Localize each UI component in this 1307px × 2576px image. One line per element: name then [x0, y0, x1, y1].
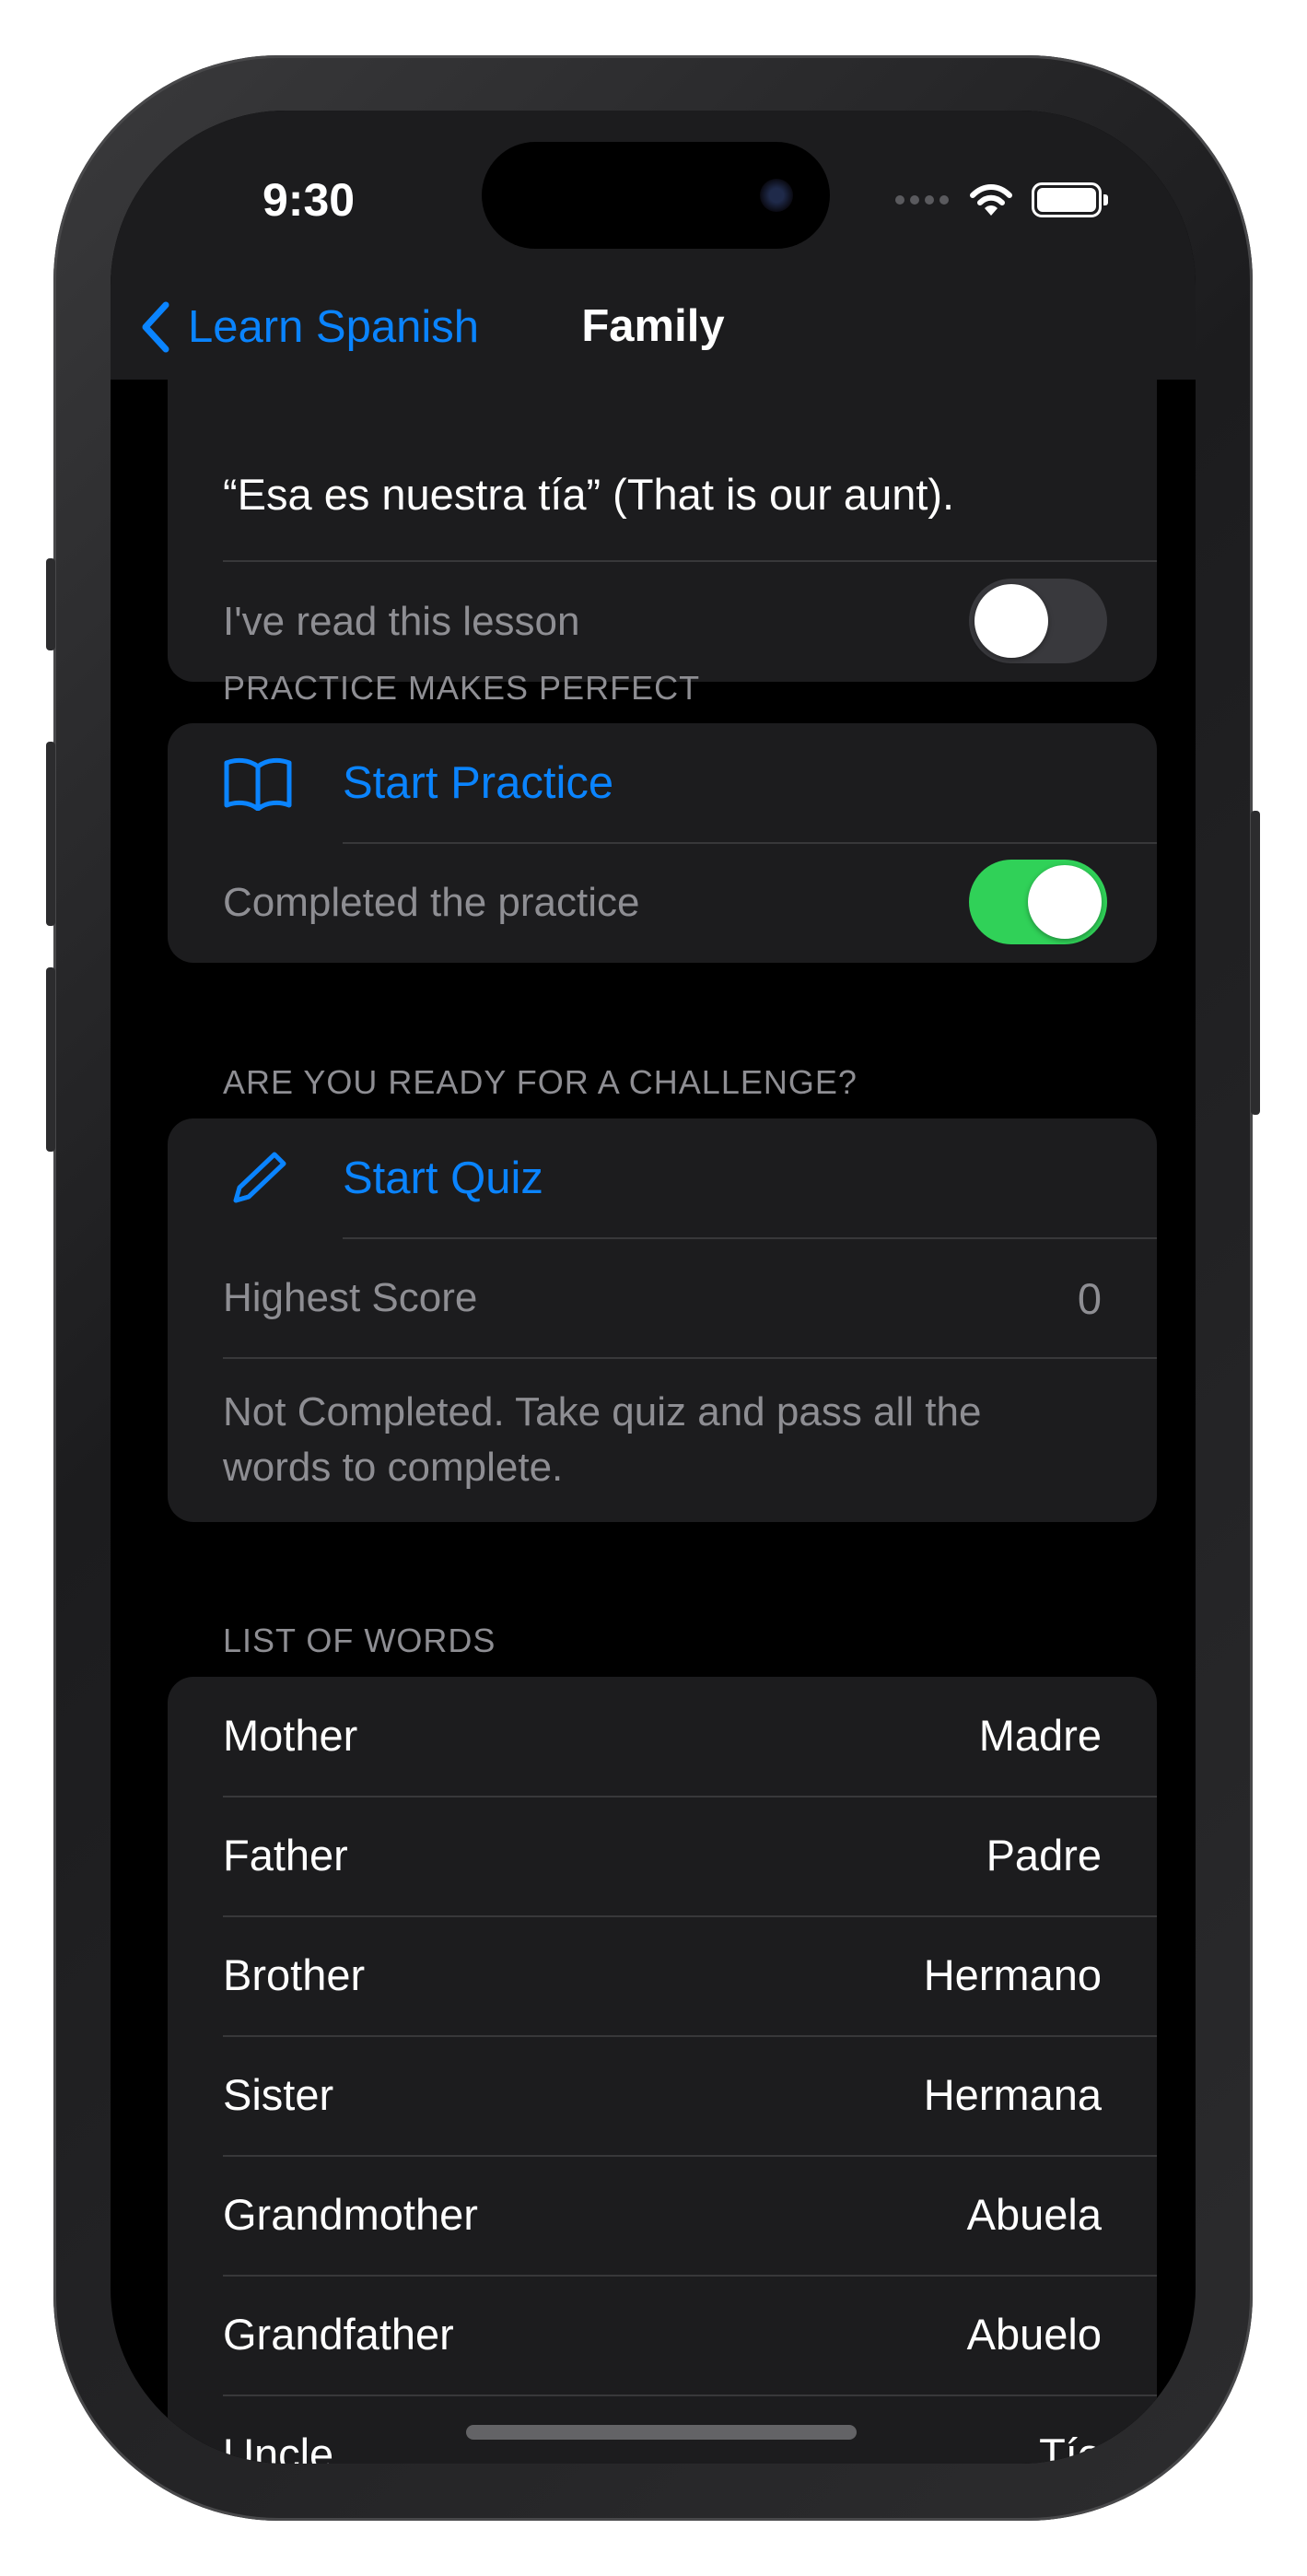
- home-indicator[interactable]: [466, 2425, 857, 2440]
- battery-icon: [1032, 182, 1108, 217]
- completed-practice-row: Completed the practice: [168, 843, 1157, 963]
- status-indicators: [895, 177, 1108, 223]
- word-english: Father: [223, 1831, 348, 1879]
- page-title: Family: [581, 301, 725, 351]
- word-spanish: Abuela: [966, 2190, 1102, 2239]
- book-icon: [223, 755, 293, 812]
- practice-section-header: PRACTICE MAKES PERFECT: [223, 669, 701, 707]
- quiz-section-header: ARE YOU READY FOR A CHALLENGE?: [223, 1063, 858, 1101]
- status-time: 9:30: [263, 174, 356, 226]
- pencil-icon: [223, 1151, 293, 1206]
- start-quiz-label: Start Quiz: [343, 1153, 543, 1203]
- power-button: [1251, 811, 1260, 1115]
- volume-up-button: [46, 742, 55, 926]
- word-spanish: Padre: [986, 1831, 1102, 1879]
- words-list: Mother Madre Father Padre Brother Herman…: [168, 1677, 1157, 2464]
- list-item[interactable]: Grandmother Abuela: [168, 2156, 1157, 2276]
- list-item[interactable]: Father Padre: [168, 1797, 1157, 1916]
- completed-practice-label: Completed the practice: [223, 880, 640, 925]
- word-english: Mother: [223, 1711, 358, 1760]
- toggle-knob: [974, 584, 1048, 658]
- list-item[interactable]: Brother Hermano: [168, 1916, 1157, 2036]
- word-spanish: Abuelo: [966, 2310, 1102, 2359]
- wifi-icon: [969, 182, 1013, 217]
- words-section-header: LIST OF WORDS: [223, 1622, 496, 1659]
- start-practice-label: Start Practice: [343, 758, 614, 808]
- dynamic-island: [482, 142, 830, 249]
- volume-down-button: [46, 967, 55, 1152]
- quiz-status-text: Not Completed. Take quiz and pass all th…: [223, 1389, 982, 1490]
- word-english: Uncle: [223, 2430, 334, 2464]
- cellular-signal-icon: [895, 195, 949, 205]
- word-spanish: Tío: [1039, 2430, 1102, 2464]
- list-item[interactable]: Mother Madre: [168, 1677, 1157, 1797]
- read-lesson-label: I've read this lesson: [223, 599, 580, 644]
- quiz-status-row: Not Completed. Take quiz and pass all th…: [168, 1358, 1157, 1522]
- word-english: Sister: [223, 2070, 334, 2119]
- highest-score-row: Highest Score 0: [168, 1238, 1157, 1358]
- start-quiz-button[interactable]: Start Quiz: [168, 1118, 1157, 1238]
- read-lesson-row: I've read this lesson: [168, 562, 1157, 682]
- screen: “Esa es nuestra tía” (That is our aunt).…: [111, 111, 1196, 2464]
- start-practice-button[interactable]: Start Practice: [168, 723, 1157, 843]
- list-item[interactable]: Grandfather Abuelo: [168, 2276, 1157, 2395]
- quiz-card: Start Quiz Highest Score 0 Not Completed…: [168, 1118, 1157, 1522]
- toggle-knob: [1028, 865, 1102, 939]
- word-english: Grandfather: [223, 2310, 454, 2359]
- navigation-bar: 9:30 Learn Spanish Family: [111, 111, 1196, 380]
- word-spanish: Hermano: [923, 1950, 1102, 1999]
- practice-card: Start Practice Completed the practice: [168, 723, 1157, 963]
- word-spanish: Hermana: [923, 2070, 1102, 2119]
- lesson-card: “Esa es nuestra tía” (That is our aunt).…: [168, 332, 1157, 682]
- word-spanish: Madre: [978, 1711, 1102, 1760]
- action-button: [46, 558, 55, 650]
- read-lesson-toggle[interactable]: [969, 579, 1107, 663]
- camera-icon: [760, 179, 793, 212]
- word-english: Grandmother: [223, 2190, 478, 2239]
- completed-practice-toggle[interactable]: [969, 860, 1107, 944]
- highest-score-label: Highest Score: [223, 1275, 478, 1320]
- highest-score-value: 0: [1077, 1273, 1102, 1323]
- word-english: Brother: [223, 1950, 366, 1999]
- lesson-example-text: “Esa es nuestra tía” (That is our aunt).: [223, 470, 955, 519]
- list-item[interactable]: Sister Hermana: [168, 2036, 1157, 2156]
